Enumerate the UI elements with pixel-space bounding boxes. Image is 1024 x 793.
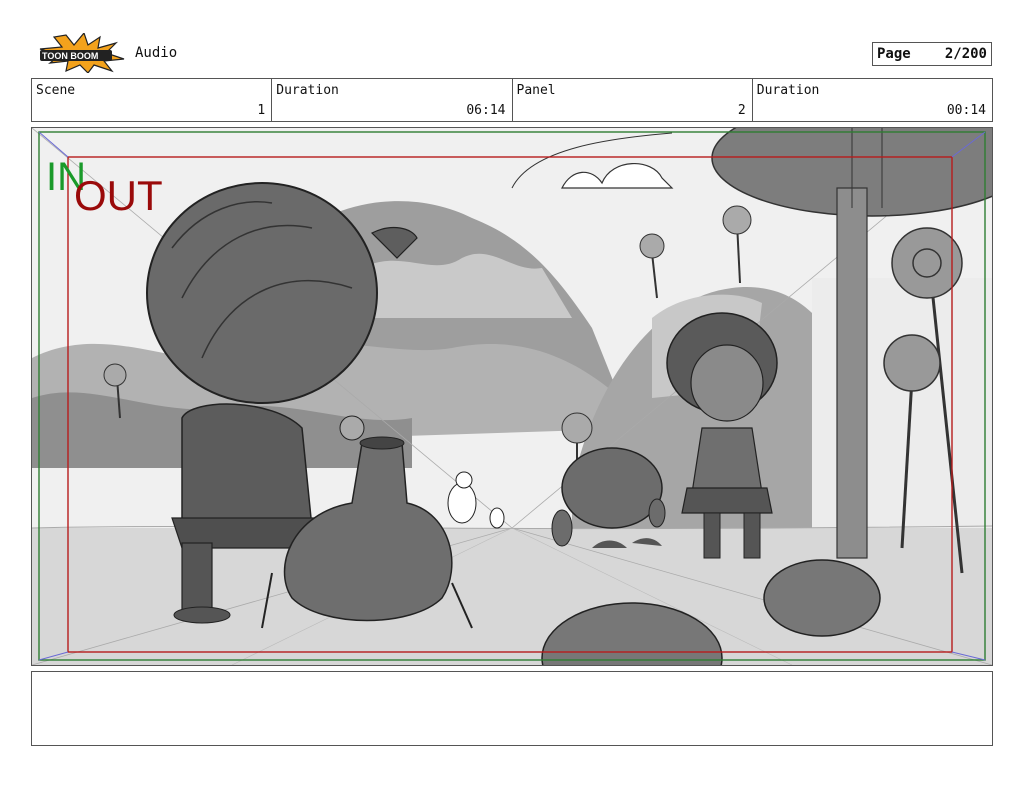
storyboard-sketch: IN OUT <box>32 128 992 665</box>
svg-text:TOON BOOM: TOON BOOM <box>42 51 98 61</box>
scene-info-row: Scene 1 Duration 06:14 Panel 2 Duration … <box>31 78 993 122</box>
panel-cell: Panel 2 <box>513 79 753 121</box>
panel-duration-value: 00:14 <box>946 103 986 118</box>
scene-value: 1 <box>257 103 266 118</box>
page-number: 2/200 <box>944 46 987 62</box>
panel-duration-label: Duration <box>756 83 820 98</box>
audio-label: Audio <box>135 45 178 61</box>
panel-label: Panel <box>516 83 556 98</box>
scene-cell: Scene 1 <box>32 79 273 121</box>
scene-duration-label: Duration <box>276 83 339 98</box>
scene-duration-value: 06:14 <box>466 103 506 118</box>
scene-label: Scene <box>36 83 76 98</box>
toon-boom-logo: TOON BOOM <box>36 31 128 74</box>
page-label: Page <box>877 46 911 62</box>
out-label: OUT <box>74 172 163 219</box>
storyboard-panel: IN OUT <box>31 127 993 666</box>
action-notes-box[interactable] <box>31 671 993 746</box>
scene-duration-cell: Duration 06:14 <box>272 79 513 121</box>
page-indicator: Page 2/200 <box>872 42 992 66</box>
panel-duration-cell: Duration 00:14 <box>753 79 992 121</box>
panel-value: 2 <box>737 103 746 118</box>
